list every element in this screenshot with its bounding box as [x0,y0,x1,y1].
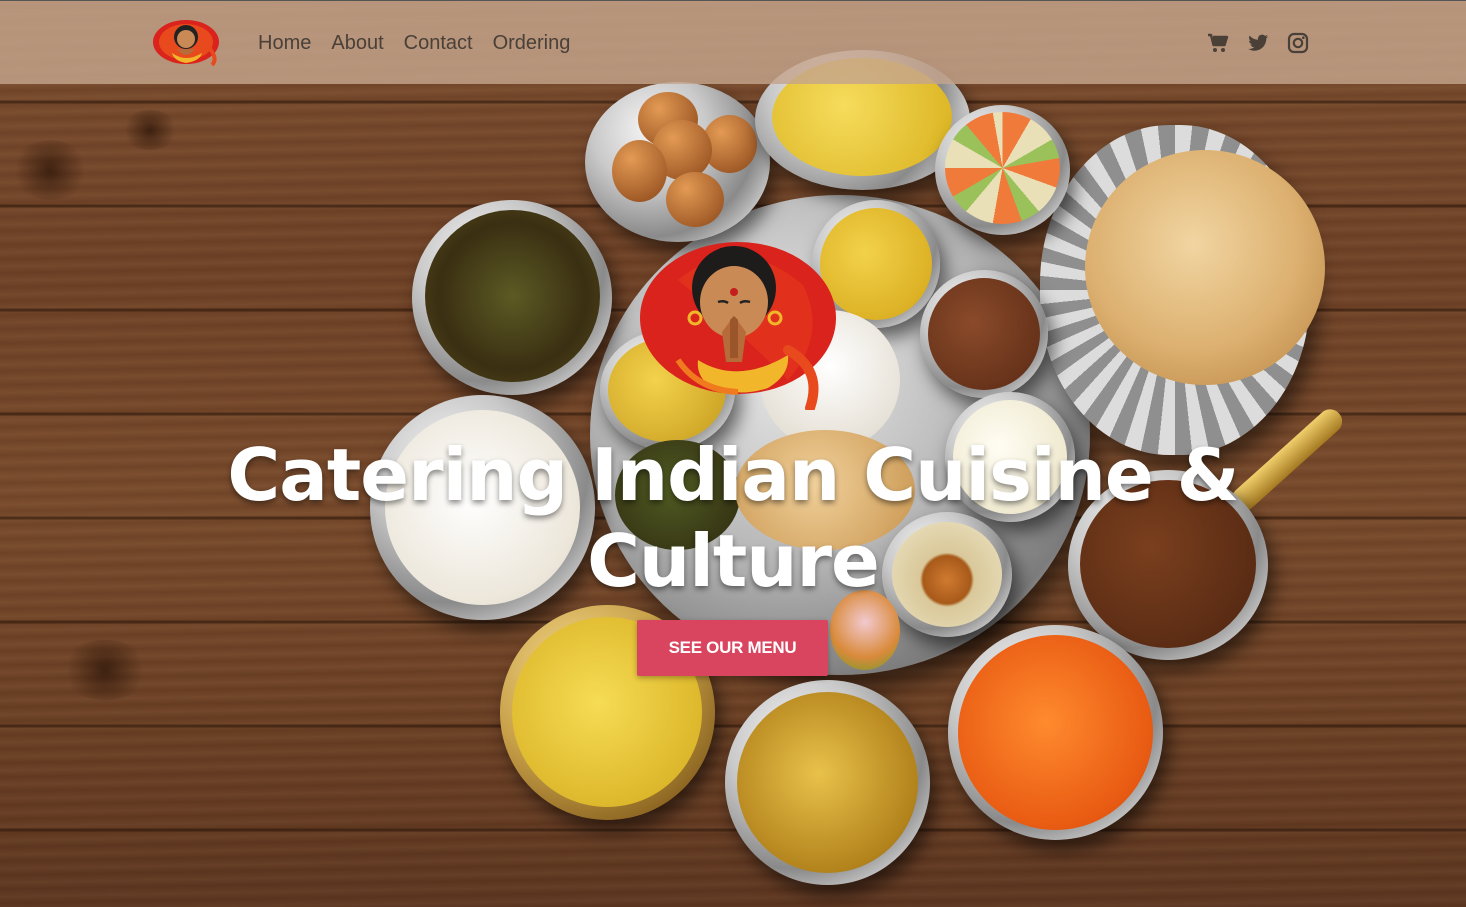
instagram-icon[interactable] [1286,31,1310,55]
see-menu-button[interactable]: SEE OUR MENU [637,620,828,676]
site-header: Home About Contact Ordering [0,0,1466,84]
cart-icon[interactable] [1206,31,1230,55]
hero-logo [638,240,838,413]
hero-title: Catering Indian Cuisine & Culture [227,433,1239,603]
nav-link-ordering[interactable]: Ordering [493,32,571,55]
nav-link-contact[interactable]: Contact [404,32,473,55]
main-nav: Home About Contact Ordering [258,32,590,55]
nav-link-home[interactable]: Home [258,32,311,55]
social-icons [1206,31,1310,55]
site-logo[interactable] [152,19,222,67]
nav-link-about[interactable]: About [331,32,383,55]
twitter-icon[interactable] [1246,31,1270,55]
